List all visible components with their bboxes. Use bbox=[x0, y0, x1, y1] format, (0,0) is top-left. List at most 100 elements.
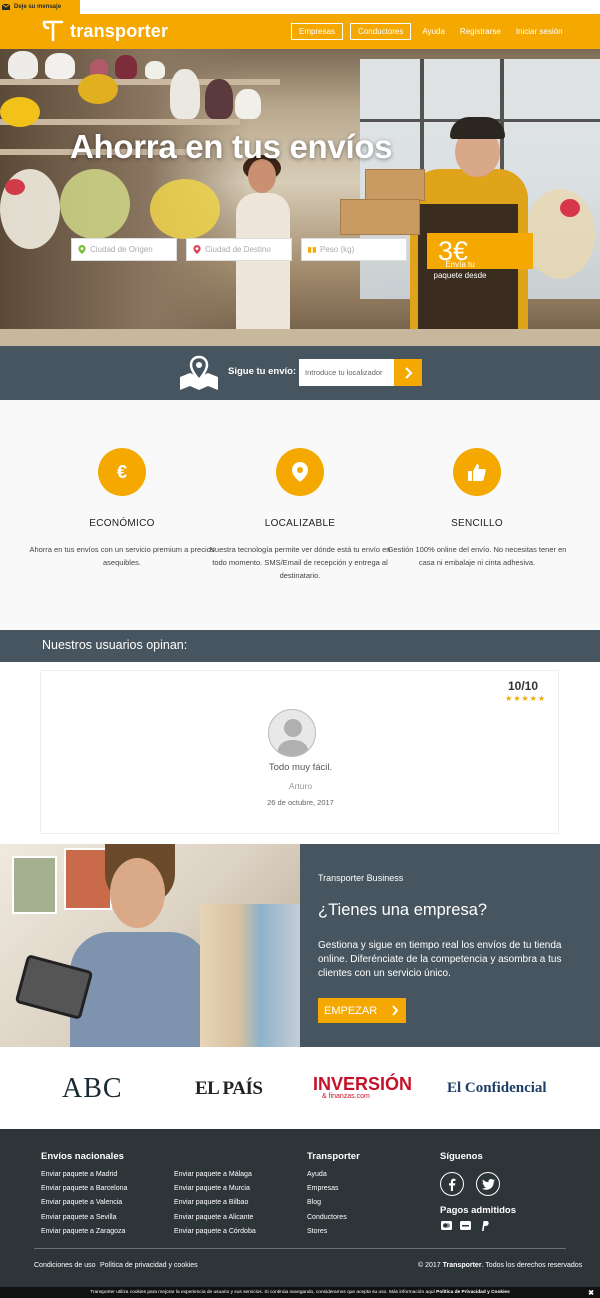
footer-col-title: Envíos nacionales bbox=[41, 1151, 124, 1162]
feature-sencillo: SENCILLO Gestión 100% online del envío. … bbox=[382, 448, 572, 569]
chevron-right-icon bbox=[404, 366, 413, 379]
hero: Ahorra en tus envíos Ciudad de Origen Ci… bbox=[0, 49, 600, 346]
close-icon[interactable]: ✖ bbox=[588, 1289, 594, 1297]
business-panel: Transporter Business ¿Tienes una empresa… bbox=[300, 844, 600, 1047]
nav-login-link[interactable]: Iniciar sesión bbox=[512, 27, 567, 36]
footer-link[interactable]: Ayuda bbox=[307, 1168, 360, 1182]
payments-title: Pagos admitidos bbox=[440, 1205, 517, 1216]
mastercard-icon bbox=[441, 1221, 452, 1230]
destination-city-input[interactable]: Ciudad de Destino bbox=[186, 238, 292, 261]
press-logos: ABC EL PAÍS INVERSIÓN & finanzas.com El … bbox=[0, 1047, 600, 1129]
avatar bbox=[268, 709, 316, 757]
destination-placeholder: Ciudad de Destino bbox=[205, 245, 271, 254]
facebook-icon[interactable] bbox=[440, 1172, 464, 1196]
tracking-bar: Sigue tu envío: Introduce tu localizador bbox=[0, 346, 600, 400]
opinions-heading: Nuestros usuarios opinan: bbox=[42, 638, 188, 652]
footer-link[interactable]: Conductores bbox=[307, 1211, 360, 1225]
feature-title: LOCALIZABLE bbox=[264, 518, 336, 529]
nav-empresas-button[interactable]: Empresas bbox=[291, 23, 344, 40]
logo[interactable]: transporter bbox=[42, 19, 168, 43]
mail-icon bbox=[2, 4, 10, 10]
nav-conductores-button[interactable]: Conductores bbox=[350, 23, 412, 40]
feature-title: ECONÓMICO bbox=[89, 518, 155, 529]
nav-registrarse-link[interactable]: Registrarse bbox=[456, 27, 505, 36]
payment-methods bbox=[441, 1220, 490, 1231]
price-label: Envía tu paquete desde bbox=[433, 260, 487, 280]
package-icon bbox=[308, 247, 316, 253]
footer-link[interactable]: Enviar paquete a Córdoba bbox=[174, 1225, 256, 1239]
start-button[interactable]: EMPEZAR bbox=[318, 998, 406, 1023]
features-section: € ECONÓMICO Ahorra en tus envíos con un … bbox=[0, 400, 600, 630]
weight-input[interactable]: Peso (kg) bbox=[301, 238, 407, 261]
price-button[interactable]: Envía tu paquete desde 3€ bbox=[427, 233, 533, 280]
footer-link[interactable]: Enviar paquete a Sevilla bbox=[41, 1211, 127, 1225]
footer-col-envios: Envíos nacionales Enviar paquete a Madri… bbox=[41, 1151, 127, 1239]
origin-city-input[interactable]: Ciudad de Origen bbox=[71, 238, 177, 261]
map-location-icon bbox=[180, 355, 218, 390]
inversion-logo: INVERSIÓN bbox=[313, 1074, 413, 1094]
tracking-code-input[interactable]: Introduce tu localizador bbox=[299, 359, 394, 386]
cookie-text: Transporter utiliza cookies para mejorar… bbox=[90, 1290, 435, 1295]
feature-text: Gestión 100% online del envío. No necesi… bbox=[387, 545, 567, 567]
feature-economico: € ECONÓMICO Ahorra en tus envíos con un … bbox=[27, 448, 217, 569]
cookie-policy-link[interactable]: Política de Privacidad y Cookies bbox=[436, 1290, 510, 1295]
footer-link[interactable]: Enviar paquete a Barcelona bbox=[41, 1182, 127, 1196]
twitter-icon[interactable] bbox=[476, 1172, 500, 1196]
brand-name: transporter bbox=[70, 20, 169, 41]
review-card: 10/10 ★★★★★ Todo muy fácil. Arturo 26 de… bbox=[40, 670, 559, 834]
privacy-link[interactable]: Política de privacidad y cookies bbox=[100, 1262, 198, 1269]
terms-link[interactable]: Condiciones de uso bbox=[34, 1262, 96, 1269]
feature-localizable: LOCALIZABLE Nuestra tecnología permite v… bbox=[205, 448, 395, 582]
footer-link[interactable]: Enviar paquete a Zaragoza bbox=[41, 1225, 127, 1239]
inversion-logo-sub: & finanzas.com bbox=[322, 1093, 370, 1100]
svg-text:€: € bbox=[117, 462, 127, 482]
opinions-section: 10/10 ★★★★★ Todo muy fácil. Arturo 26 de… bbox=[0, 662, 600, 844]
review-date: 26 de octubre, 2017 bbox=[267, 798, 334, 807]
social-links bbox=[440, 1172, 500, 1196]
footer-divider bbox=[34, 1248, 566, 1249]
paypal-icon bbox=[479, 1220, 490, 1231]
copyright-brand: Transporter bbox=[442, 1262, 482, 1269]
el-confidencial-logo: El Confidencial bbox=[447, 1080, 547, 1096]
main-nav: Empresas Conductores Ayuda Registrarse I… bbox=[291, 23, 567, 40]
nav-ayuda-link[interactable]: Ayuda bbox=[418, 27, 449, 36]
copyright-prefix: © 2017 bbox=[418, 1262, 441, 1269]
header: transporter Empresas Conductores Ayuda R… bbox=[0, 14, 600, 49]
footer-link[interactable]: Blog bbox=[307, 1196, 360, 1210]
thumbs-up-icon bbox=[453, 448, 501, 496]
location-pin-icon bbox=[276, 448, 324, 496]
cookie-bar: Transporter utiliza cookies para mejorar… bbox=[0, 1287, 600, 1298]
footer-col-title: Transporter bbox=[307, 1151, 360, 1162]
footer-link[interactable]: Stores bbox=[307, 1225, 360, 1239]
feature-title: SENCILLO bbox=[451, 518, 503, 529]
business-photo bbox=[0, 844, 300, 1047]
footer-link[interactable]: Empresas bbox=[307, 1182, 360, 1196]
tracking-submit-button[interactable] bbox=[394, 359, 422, 386]
business-kicker: Transporter Business bbox=[318, 873, 404, 883]
start-button-label: EMPEZAR bbox=[324, 1004, 378, 1017]
business-text: Gestiona y sigue en tiempo real los enví… bbox=[318, 940, 562, 979]
copyright: © 2017 Transporter. Todos los derechos r… bbox=[418, 1262, 582, 1269]
footer-link[interactable]: Enviar paquete a Valencia bbox=[41, 1196, 127, 1210]
footer-link[interactable]: Enviar paquete a Málaga bbox=[174, 1168, 256, 1182]
map-pin-icon bbox=[78, 245, 86, 254]
footer-link[interactable]: Enviar paquete a Murcia bbox=[174, 1182, 256, 1196]
copyright-suffix: . Todos los derechos reservados bbox=[481, 1262, 583, 1269]
hero-title: Ahorra en tus envíos bbox=[70, 128, 393, 165]
review-quote: Todo muy fácil. bbox=[268, 762, 333, 773]
tracking-label: Sigue tu envío: bbox=[228, 366, 297, 377]
footer-link[interactable]: Enviar paquete a Bilbao bbox=[174, 1196, 256, 1210]
euro-icon: € bbox=[98, 448, 146, 496]
review-stars: ★★★★★ bbox=[505, 694, 546, 703]
review-author: Arturo bbox=[288, 781, 313, 791]
leave-message-tab[interactable]: Deje su mensaje bbox=[0, 0, 80, 14]
footer-link[interactable]: Enviar paquete a Madrid bbox=[41, 1168, 127, 1182]
weight-placeholder: Peso (kg) bbox=[320, 245, 355, 254]
opinions-heading-bar: Nuestros usuarios opinan: bbox=[0, 630, 600, 662]
footer-link[interactable]: Enviar paquete a Alicante bbox=[174, 1211, 256, 1225]
footer-col-envios-2: Enviar paquete a Málaga Enviar paquete a… bbox=[174, 1151, 256, 1239]
review-score: 10/10 bbox=[507, 679, 538, 693]
chevron-right-icon bbox=[392, 1005, 399, 1016]
abc-logo: ABC bbox=[62, 1073, 123, 1104]
footer: Envíos nacionales Enviar paquete a Madri… bbox=[0, 1129, 600, 1287]
